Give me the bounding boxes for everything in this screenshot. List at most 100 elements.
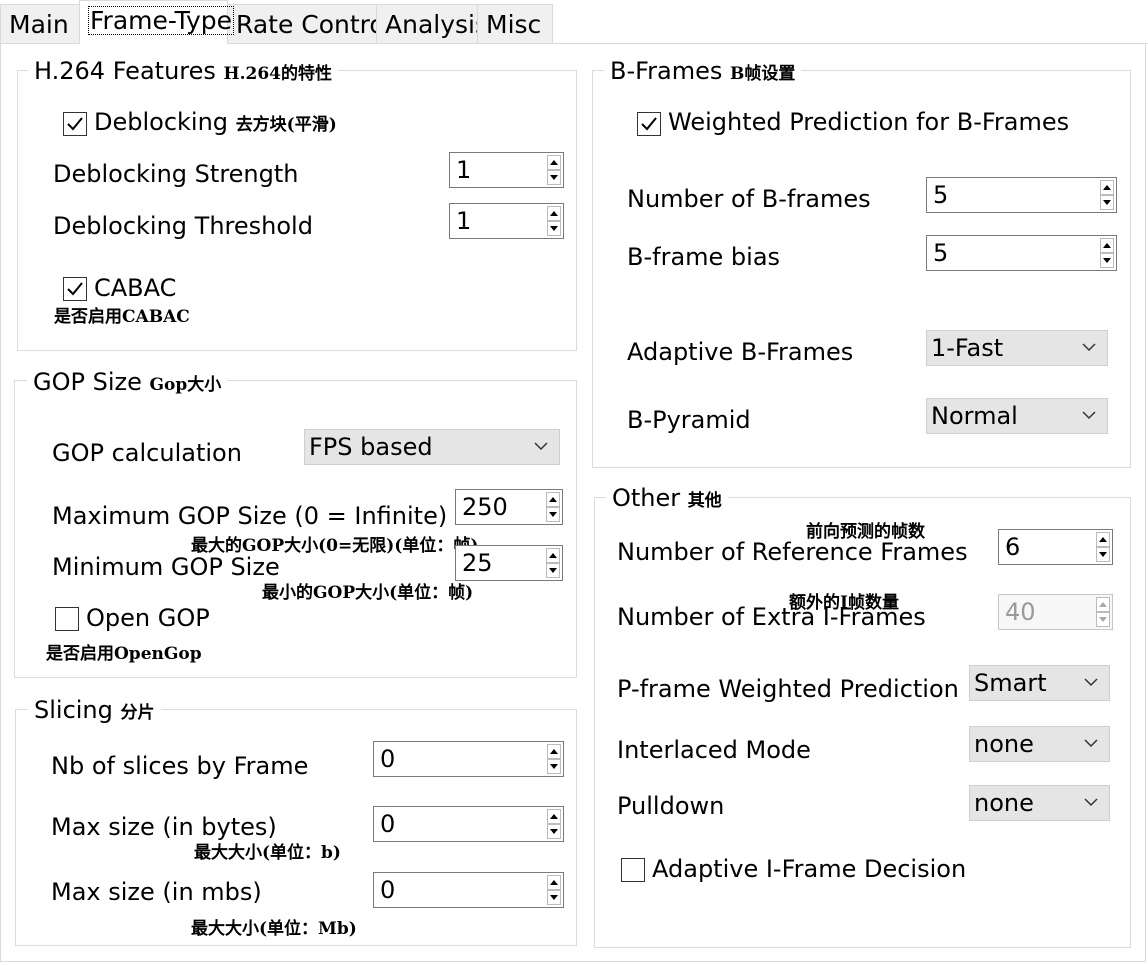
spin-up-icon[interactable]	[1096, 532, 1110, 547]
deblocking-cn: 去方块(平滑)	[235, 115, 337, 135]
spin-up-icon[interactable]	[546, 548, 560, 563]
group-title-text: Slicing	[34, 696, 113, 724]
weighted-b-prediction-checkbox[interactable]	[637, 112, 661, 136]
b-frame-bias-spinbox[interactable]: 5	[926, 235, 1117, 271]
spin-down-icon[interactable]	[1100, 195, 1114, 210]
slicing-title: Slicing 分片	[28, 695, 161, 728]
tab-rate-control[interactable]: Rate Control	[227, 4, 392, 43]
group-title-cn: H.264的特性	[223, 64, 332, 84]
spinbox-arrows	[547, 155, 561, 185]
extra-i-frames-label: Number of Extra I-Frames	[617, 603, 926, 631]
spinbox-value: 0	[380, 876, 396, 904]
tab-label: Main	[9, 10, 69, 39]
p-frame-weighted-select[interactable]: Smart	[969, 665, 1110, 701]
spinbox-value: 5	[933, 239, 949, 267]
spin-down-icon[interactable]	[546, 507, 560, 522]
spinbox-value: 1	[456, 156, 472, 184]
gop-calculation-select[interactable]: FPS based	[304, 429, 560, 465]
spinbox-arrows	[547, 206, 561, 236]
spinbox-arrows	[547, 744, 561, 774]
spinbox-arrows	[1100, 180, 1114, 210]
gop-size-title: GOP Size Gop大小	[27, 367, 228, 400]
spinbox-value: 40	[1005, 598, 1036, 626]
tab-main[interactable]: Main	[0, 4, 80, 43]
chevron-down-icon	[1082, 411, 1096, 420]
deblocking-checkbox[interactable]	[63, 112, 87, 136]
tab-analysis[interactable]: Analysis	[376, 4, 488, 43]
spin-up-icon	[1096, 597, 1110, 612]
p-frame-weighted-label: P-frame Weighted Prediction	[617, 675, 959, 703]
tab-label: Misc	[486, 10, 542, 39]
open-gop-checkbox[interactable]	[55, 607, 79, 631]
cabac-label: CABAC	[94, 274, 177, 302]
group-title-text: Other	[612, 484, 681, 512]
spinbox-arrows	[1100, 238, 1114, 268]
chevron-down-icon	[1082, 343, 1096, 352]
deblocking-threshold-label: Deblocking Threshold	[53, 212, 313, 240]
min-gop-spinbox[interactable]: 25	[455, 545, 563, 581]
weighted-b-prediction-label: Weighted Prediction for B-Frames	[668, 108, 1070, 136]
h264-features-title: H.264 Features H.264的特性	[28, 56, 338, 89]
max-size-mbs-spinbox[interactable]: 0	[373, 872, 564, 908]
b-pyramid-select[interactable]: Normal	[926, 398, 1108, 434]
spin-up-icon[interactable]	[1100, 180, 1114, 195]
tab-frame-type[interactable]: Frame-Type	[79, 0, 235, 44]
open-gop-cn-note: 是否启用OpenGop	[46, 644, 202, 664]
spin-up-icon[interactable]	[547, 206, 561, 221]
b-frame-bias-label: B-frame bias	[627, 243, 781, 271]
max-size-mbs-cn-note: 最大大小(单位：Mb)	[191, 919, 357, 939]
deblocking-strength-label: Deblocking Strength	[53, 160, 299, 188]
check-icon	[67, 282, 83, 296]
deblocking-threshold-spinbox[interactable]: 1	[449, 203, 564, 239]
deblocking-label-text: Deblocking	[94, 108, 229, 136]
extra-i-frames-spinbox: 40	[998, 594, 1113, 630]
spin-down-icon[interactable]	[1096, 547, 1110, 562]
adaptive-i-frame-checkbox[interactable]	[621, 858, 645, 882]
spin-up-icon[interactable]	[547, 155, 561, 170]
spin-up-icon[interactable]	[547, 875, 561, 890]
spinbox-arrows	[546, 548, 560, 578]
interlaced-mode-select[interactable]: none	[969, 726, 1110, 762]
spin-down-icon[interactable]	[547, 890, 561, 905]
spin-down-icon	[1096, 612, 1110, 627]
group-title-cn: 分片	[120, 703, 155, 723]
max-gop-spinbox[interactable]: 250	[455, 489, 563, 525]
spin-up-icon[interactable]	[547, 744, 561, 759]
pulldown-select[interactable]: none	[969, 785, 1110, 821]
select-value: Normal	[931, 402, 1018, 430]
ref-frames-spinbox[interactable]: 6	[998, 529, 1113, 565]
deblocking-strength-spinbox[interactable]: 1	[449, 152, 564, 188]
tab-label: Analysis	[385, 10, 489, 39]
open-gop-label: Open GOP	[86, 604, 210, 632]
max-gop-label: Maximum GOP Size (0 = Infinite)	[52, 502, 448, 530]
spin-up-icon[interactable]	[547, 809, 561, 824]
pulldown-label: Pulldown	[617, 792, 725, 820]
cabac-checkbox[interactable]	[63, 277, 87, 301]
spin-down-icon[interactable]	[547, 759, 561, 774]
spin-down-icon[interactable]	[1100, 253, 1114, 268]
spin-down-icon[interactable]	[547, 221, 561, 236]
max-size-bytes-spinbox[interactable]: 0	[373, 806, 564, 842]
spin-down-icon[interactable]	[547, 824, 561, 839]
spin-up-icon[interactable]	[546, 492, 560, 507]
tab-misc[interactable]: Misc	[477, 4, 553, 43]
num-b-frames-spinbox[interactable]: 5	[926, 177, 1117, 213]
spin-down-icon[interactable]	[547, 170, 561, 185]
spinbox-arrows	[1096, 597, 1110, 627]
spin-down-icon[interactable]	[546, 563, 560, 578]
gop-calculation-label: GOP calculation	[52, 439, 242, 467]
spinbox-arrows	[547, 809, 561, 839]
slices-per-frame-label: Nb of slices by Frame	[51, 752, 309, 780]
interlaced-mode-label: Interlaced Mode	[617, 736, 811, 764]
select-value: none	[974, 789, 1034, 817]
min-gop-cn-note: 最小的GOP大小(单位：帧)	[262, 583, 474, 603]
slices-per-frame-spinbox[interactable]: 0	[373, 741, 564, 777]
spinbox-value: 250	[462, 493, 508, 521]
group-title-text: H.264 Features	[34, 57, 216, 85]
chevron-down-icon	[1084, 739, 1098, 748]
select-value: Smart	[974, 669, 1047, 697]
b-frames-title: B-Frames B帧设置	[604, 56, 802, 89]
adaptive-b-frames-select[interactable]: 1-Fast	[926, 330, 1108, 366]
spin-up-icon[interactable]	[1100, 238, 1114, 253]
spinbox-value: 1	[456, 207, 472, 235]
